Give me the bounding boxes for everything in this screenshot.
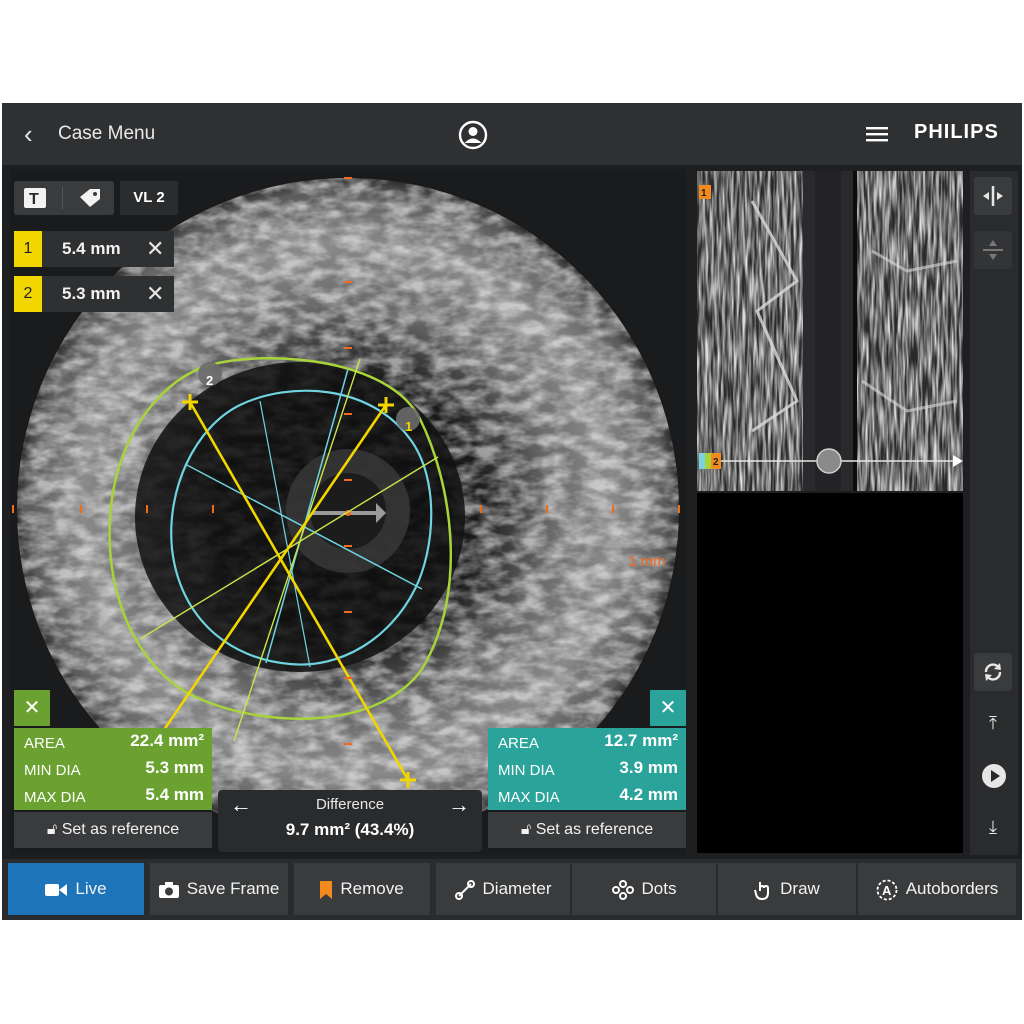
stat-row-min-dia: MIN DIA 5.3 mm (24, 758, 204, 779)
draw-button[interactable]: Draw (718, 863, 856, 915)
measurement-item-2[interactable]: 2 5.3 mm ✕ (14, 276, 174, 312)
stat-row-max-dia: MAX DIA 5.4 mm (24, 785, 204, 806)
unlock-icon: 🔓︎ (46, 821, 58, 838)
tag-icon[interactable] (76, 187, 102, 209)
dots-button[interactable]: Dots (572, 863, 716, 915)
dots-icon (611, 879, 634, 900)
skip-to-end-icon[interactable]: ⤓ (974, 817, 1012, 838)
close-icon[interactable]: ✕ (650, 690, 686, 726)
split-icon (983, 186, 1003, 206)
measurement-index: 1 (14, 231, 42, 267)
brand-logo: PHILIPS (914, 121, 999, 143)
stat-row-min-dia: MIN DIA 3.9 mm (498, 758, 678, 779)
diameter-icon (454, 879, 475, 900)
measurement-value: 5.3 mm (62, 284, 121, 303)
vessel-label[interactable]: VL 2 (120, 181, 178, 215)
split-view-button[interactable] (974, 177, 1012, 215)
remove-button[interactable]: Remove (294, 863, 430, 915)
loop-icon (984, 663, 1002, 681)
set-reference-button[interactable]: 🔓︎ Set as reference (488, 812, 686, 848)
unlock-icon: 🔓︎ (520, 821, 532, 838)
skip-to-start-icon[interactable]: ⤒ (974, 713, 1012, 734)
autoborders-button[interactable]: A Autoborders (858, 863, 1016, 915)
set-reference-button[interactable]: 🔓︎ Set as reference (14, 812, 212, 848)
scale-label: 1 mm (628, 553, 666, 570)
measurement-item-1[interactable]: 1 5.4 mm ✕ (14, 231, 174, 267)
stat-row-max-dia: MAX DIA 4.2 mm (498, 785, 678, 806)
difference-value: 9.7 mm² (43.4%) (285, 820, 415, 839)
diameter-button[interactable]: Diameter (436, 863, 570, 915)
measurement-value: 5.4 mm (62, 239, 121, 258)
autoborders-icon: A (876, 879, 898, 900)
bookmark-icon (320, 880, 333, 899)
longitudinal-view[interactable]: 1 2 (697, 171, 963, 491)
annotation-tool-group: T (14, 181, 114, 215)
live-button[interactable]: Live (8, 863, 144, 915)
loop-button[interactable] (974, 653, 1012, 691)
difference-box: ← → Difference 9.7 mm² (43.4%) (218, 790, 482, 852)
svg-text:A: A (882, 883, 892, 898)
stat-row-area: AREA 22.4 mm² (24, 731, 204, 752)
user-icon[interactable] (458, 120, 488, 150)
svg-text:1: 1 (701, 188, 707, 199)
close-icon[interactable]: ✕ (14, 690, 50, 726)
play-icon[interactable] (981, 763, 1007, 789)
menu-icon[interactable] (866, 126, 888, 142)
vertical-split-button[interactable] (974, 231, 1012, 269)
camera-icon (158, 881, 179, 898)
longitudinal-empty-area (697, 493, 963, 853)
svg-text:T: T (29, 191, 39, 208)
stats-box: AREA 22.4 mm² MIN DIA 5.3 mm MAX DIA 5.4 mm (14, 728, 212, 810)
longitudinal-image: 1 2 (697, 171, 963, 491)
close-icon[interactable]: ✕ (146, 281, 164, 307)
marker-label-1: 1 (405, 419, 412, 434)
ivus-app: ‹ Case Menu PHILIPS 2 1 1 mm T VL 2 1 5.… (2, 103, 1022, 920)
inner-border-stats-panel: ✕ AREA 12.7 mm² MIN DIA 3.9 mm MAX DIA 4.2 … (488, 690, 686, 850)
svg-text:2: 2 (713, 457, 719, 468)
text-tool-icon[interactable]: T (24, 188, 46, 208)
hand-draw-icon (754, 881, 770, 900)
outer-border-stats-panel: ✕ AREA 22.4 mm² MIN DIA 5.3 mm MAX DIA 5.4 … (14, 690, 212, 850)
back-chevron-icon[interactable]: ‹ (24, 121, 50, 147)
marker-label-2: 2 (206, 373, 213, 388)
bottom-toolbar: Live Save Frame Remove Diameter Dots Dra… (2, 859, 1022, 920)
difference-title: Difference (315, 796, 385, 813)
video-camera-icon (45, 883, 68, 896)
save-frame-button[interactable]: Save Frame (150, 863, 288, 915)
vertical-split-icon (983, 240, 1003, 260)
close-icon[interactable]: ✕ (146, 236, 164, 262)
case-menu-button[interactable]: Case Menu (58, 123, 155, 145)
header-bar: ‹ Case Menu PHILIPS (2, 103, 1022, 165)
measurement-index: 2 (14, 276, 42, 312)
stat-row-area: AREA 12.7 mm² (498, 731, 678, 752)
playback-rail: ⤒ ⤓ (970, 171, 1018, 855)
frame-slider-handle (816, 448, 842, 474)
stats-box: AREA 12.7 mm² MIN DIA 3.9 mm MAX DIA 4.2 mm (488, 728, 686, 810)
